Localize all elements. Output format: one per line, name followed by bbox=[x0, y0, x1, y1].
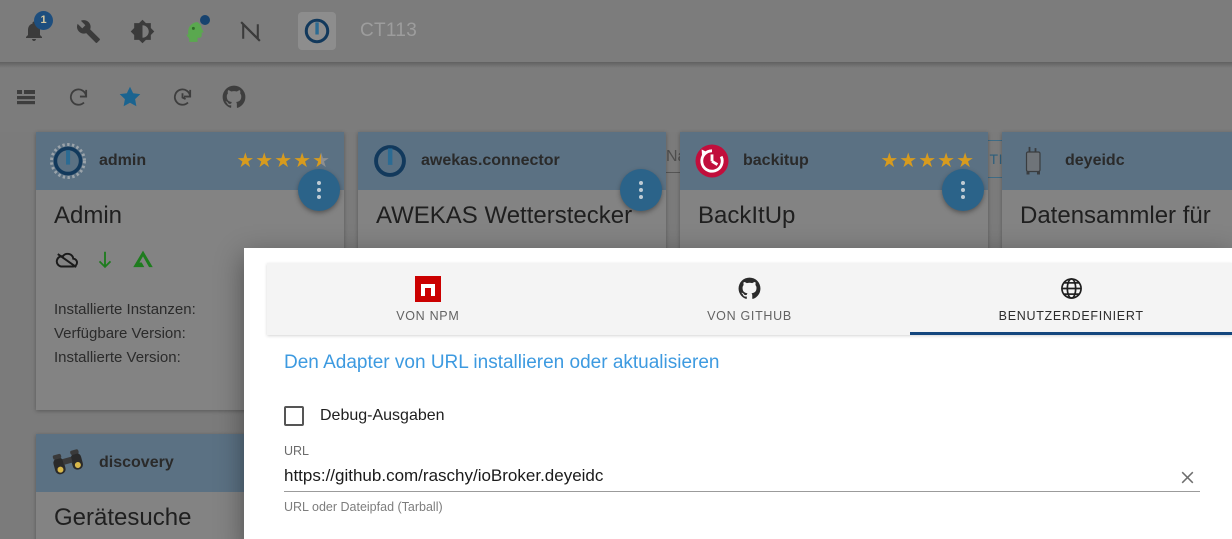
sentry-icon[interactable] bbox=[130, 247, 156, 278]
star-icon: ★ bbox=[899, 150, 918, 172]
card-adapter-id: awekas.connector bbox=[421, 152, 560, 169]
download-arrow-icon[interactable] bbox=[94, 247, 116, 278]
card-menu-button[interactable] bbox=[942, 169, 984, 211]
npm-icon bbox=[414, 275, 441, 302]
card-header: deyeidc ★ ★ bbox=[1002, 132, 1232, 190]
rating-stars: ★ ★ ★ ★ ★ bbox=[236, 151, 330, 171]
checkbox-unchecked-icon[interactable] bbox=[284, 406, 304, 426]
card-header: awekas.connector bbox=[358, 132, 666, 211]
card-header: admin ★ ★ ★ ★ ★ bbox=[36, 132, 344, 211]
iobroker-gear-logo-icon bbox=[50, 143, 86, 179]
card-adapter-id: discovery bbox=[99, 454, 174, 471]
active-tab-indicator bbox=[910, 332, 1232, 335]
tab-benutzerdefiniert[interactable]: BENUTZERDEFINIERT bbox=[910, 263, 1232, 335]
adapter-toolbar-icon-group bbox=[0, 62, 1232, 132]
star-icon: ★ bbox=[956, 150, 974, 172]
card-adapter-id: backitup bbox=[743, 152, 809, 169]
brightness-icon[interactable] bbox=[122, 11, 162, 51]
card-title: BackItUp bbox=[698, 202, 796, 229]
tab-von-github[interactable]: VON GITHUB bbox=[589, 263, 911, 335]
iobroker-logo-icon bbox=[298, 12, 336, 50]
tab-von-npm[interactable]: VON NPM bbox=[267, 263, 589, 335]
url-field-hint: URL oder Dateipfad (Tarball) bbox=[284, 500, 443, 514]
connection-off-icon[interactable] bbox=[230, 11, 270, 51]
update-history-icon[interactable] bbox=[160, 75, 204, 119]
rating-stars: ★ ★ ★ ★ ★ bbox=[880, 151, 974, 171]
card-header: backitup ★ ★ ★ ★ ★ bbox=[680, 132, 988, 211]
star-icon: ★ bbox=[236, 150, 255, 172]
iobroker-logo-icon bbox=[372, 143, 408, 179]
star-icon: ★ bbox=[293, 150, 312, 172]
refresh-icon[interactable] bbox=[56, 75, 100, 119]
card-menu-button[interactable] bbox=[298, 169, 340, 211]
star-half-icon: ★ bbox=[312, 150, 330, 172]
dialog-tab-bar: VON NPM VON GITHUB BENUTZERDEFINIERT bbox=[267, 263, 1232, 335]
deye-datalogger-icon bbox=[1016, 143, 1052, 179]
github-icon[interactable] bbox=[212, 75, 256, 119]
notifications-badge: 1 bbox=[34, 11, 53, 30]
list-view-icon[interactable] bbox=[4, 75, 48, 119]
star-icon: ★ bbox=[274, 150, 293, 172]
star-icon: ★ bbox=[255, 150, 274, 172]
card-title: Admin bbox=[54, 202, 123, 229]
wrench-icon[interactable] bbox=[68, 11, 108, 51]
star-icon: ★ bbox=[918, 150, 937, 172]
tab-label: BENUTZERDEFINIERT bbox=[998, 308, 1144, 323]
install-from-url-dialog: VON NPM VON GITHUB BENUTZERDEFINIERT Den… bbox=[244, 248, 1232, 539]
host-name-label: CT113 bbox=[360, 20, 418, 41]
github-icon bbox=[737, 276, 762, 302]
card-menu-button[interactable] bbox=[620, 169, 662, 211]
url-field-label: URL bbox=[284, 444, 310, 458]
card-adapter-id: deyeidc bbox=[1065, 152, 1125, 169]
dialog-heading: Den Adapter von URL installieren oder ak… bbox=[284, 352, 720, 373]
card-adapter-id: admin bbox=[99, 152, 147, 169]
app-root: 1 CT113 Nach Namen filtern admin ★ ★ ★ ★… bbox=[0, 0, 1232, 539]
star-icon: ★ bbox=[937, 150, 956, 172]
notifications-icon[interactable]: 1 bbox=[14, 11, 54, 51]
url-field-group: URL URL oder Dateipfad (Tarball) bbox=[284, 444, 1200, 514]
card-title: AWEKAS Wetterstecker bbox=[376, 202, 633, 229]
cloud-off-icon[interactable] bbox=[54, 247, 80, 278]
star-icon: ★ bbox=[880, 150, 899, 172]
debug-output-label: Debug-Ausgaben bbox=[320, 407, 445, 424]
card-body: Datensammler für bbox=[1002, 190, 1232, 230]
globe-icon bbox=[1059, 276, 1084, 302]
star-filter-icon[interactable] bbox=[108, 75, 152, 119]
card-body: AWEKAS Wetterstecker bbox=[358, 190, 666, 230]
url-input[interactable] bbox=[284, 466, 1174, 486]
head-expert-mode-icon[interactable] bbox=[176, 11, 216, 51]
tab-label: VON GITHUB bbox=[707, 308, 792, 323]
top-app-bar: 1 CT113 bbox=[0, 0, 1232, 62]
binoculars-icon bbox=[50, 445, 86, 481]
backitup-clock-icon bbox=[694, 143, 730, 179]
adapter-toolbar: ALLE TITEL bbox=[0, 62, 1232, 178]
url-field-line bbox=[284, 464, 1200, 492]
debug-output-checkbox-row[interactable]: Debug-Ausgaben bbox=[284, 406, 445, 426]
card-body: BackItUp bbox=[680, 190, 988, 230]
tab-label: VON NPM bbox=[396, 308, 460, 323]
close-icon[interactable] bbox=[1174, 464, 1200, 490]
card-title: Datensammler für bbox=[1020, 202, 1211, 229]
top-bar-icon-group: 1 CT113 bbox=[0, 11, 417, 51]
expert-mode-dot-badge bbox=[200, 15, 210, 25]
